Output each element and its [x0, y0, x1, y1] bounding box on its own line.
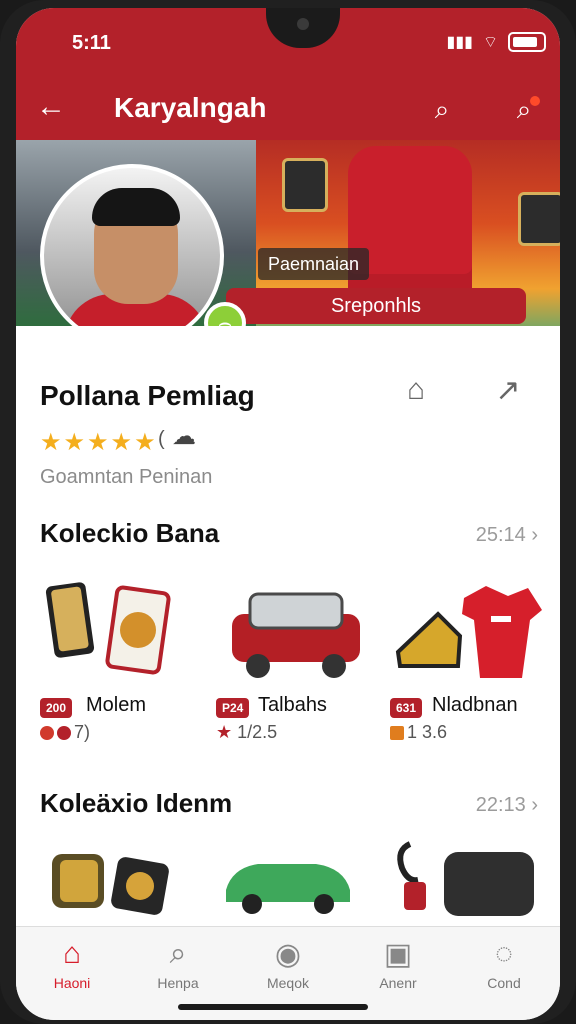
app-screen: 5:11 ▮▮▮ ⌔ ← Karyalngah ⌕ ⌕ Paemnaian Sr…	[16, 8, 560, 1020]
item-meta: 1 3.6	[390, 722, 447, 743]
collection-title-1: Koleckio Bana	[40, 518, 220, 548]
camera-bag-image[interactable]	[394, 834, 544, 924]
item-tag: P24	[216, 698, 250, 718]
nav-label-camera: Meqok	[266, 975, 310, 991]
collection-title-2: Koleäxio Idenm	[40, 788, 233, 818]
notification-badge	[530, 96, 540, 106]
status-icons: ▮▮▮ ⌔	[447, 32, 546, 52]
nav-label-search: Henpa	[157, 975, 199, 991]
nav-item-search[interactable]: ⌕ Henpa	[130, 937, 226, 1003]
profile-name: Pollana Pemliag	[40, 380, 255, 411]
status-bar: 5:11 ▮▮▮ ⌔	[16, 8, 560, 80]
avatar-hair	[92, 188, 180, 226]
club-crest-icon	[282, 158, 328, 212]
rating-stars: ★★★★★	[40, 429, 158, 456]
jersey-shoe-image	[395, 586, 542, 678]
collection-icon: ▣	[383, 937, 413, 971]
search-icon: ⌕	[169, 937, 187, 970]
profile-content: Pollana Pemliag ★★★★★ ( ☁ Goamntan Penin…	[16, 326, 560, 926]
nav-label-home: Haoni	[53, 975, 91, 991]
green-car-image[interactable]	[218, 846, 358, 916]
club-crest-icon	[518, 192, 560, 246]
collection-meta-1[interactable]: 25:14 ›	[476, 524, 538, 547]
card-box-image[interactable]	[44, 840, 174, 920]
item-label: Nladbnan	[432, 694, 518, 716]
signal-icon: ▮▮▮	[446, 34, 473, 51]
search-notification-icon[interactable]: ⌕	[502, 88, 546, 132]
nav-item-profile[interactable]: ◌ Cond	[456, 937, 552, 1003]
nav-label-collection: Anenr	[379, 975, 417, 991]
save-icon[interactable]: ⌂	[394, 368, 438, 412]
collection-row-1: 200 Molem 7) P24 Talbahs ★ 1/2.5 631 Nla…	[16, 574, 560, 764]
front-camera-icon	[297, 18, 309, 30]
rating-comment-icon: ☁	[172, 423, 196, 450]
car-model-image	[232, 592, 360, 678]
card-pack-image	[45, 582, 171, 675]
camera-icon: ◉	[274, 937, 302, 971]
profile-subtitle: Goamntan Peninan	[40, 466, 213, 488]
search-icon[interactable]: ⌕	[420, 88, 464, 132]
profile-icon: ◌	[495, 937, 513, 970]
wifi-icon: ⌔	[482, 34, 498, 51]
item-label: Molem	[86, 694, 147, 716]
item-label: Talbahs	[258, 694, 327, 716]
collection-row-2	[16, 834, 560, 934]
item-meta: ★ 1/2.5	[216, 722, 278, 742]
back-arrow-icon[interactable]: ←	[36, 90, 66, 124]
status-time: 5:11	[72, 32, 111, 54]
share-icon[interactable]: ↗	[486, 368, 530, 412]
home-icon: ⌂	[62, 937, 82, 970]
collection-meta-2[interactable]: 22:13 ›	[476, 794, 538, 817]
hero-caption-top: Paemnaian	[258, 248, 370, 280]
rating-meta: (	[158, 428, 165, 450]
nav-item-home[interactable]: ⌂ Haoni	[24, 937, 120, 1003]
home-indicator[interactable]	[178, 1004, 368, 1010]
battery-icon	[508, 32, 546, 52]
nav-label-profile: Cond	[487, 975, 521, 991]
hero-caption-bottom: Sreponhls	[226, 288, 526, 324]
item-tag: 631	[390, 698, 423, 718]
app-bar: ← Karyalngah ⌕ ⌕	[16, 80, 560, 140]
nav-item-collection[interactable]: ▣ Anenr	[350, 937, 446, 1003]
phone-frame: 5:11 ▮▮▮ ⌔ ← Karyalngah ⌕ ⌕ Paemnaian Sr…	[0, 0, 576, 1024]
camera-notch	[266, 8, 340, 48]
item-meta: 7)	[40, 722, 90, 743]
avatar[interactable]	[40, 164, 224, 348]
app-title: Karyalngah	[114, 92, 267, 123]
item-tag: 200	[40, 698, 73, 718]
nav-item-camera[interactable]: ◉ Meqok	[240, 937, 336, 1003]
